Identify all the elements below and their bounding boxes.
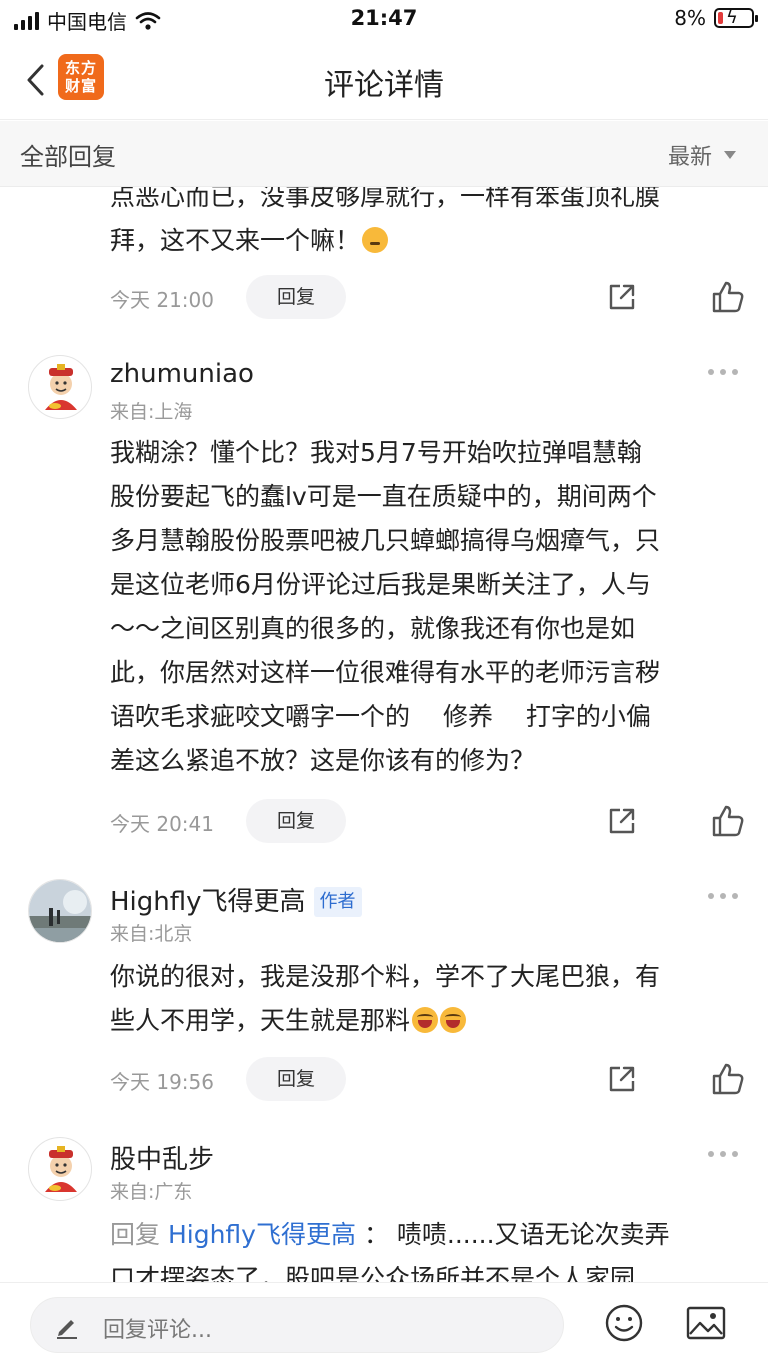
thumbs-up-icon[interactable] xyxy=(710,803,746,839)
comment-time: 今天 19:56 xyxy=(110,1070,214,1094)
more-options-icon[interactable] xyxy=(708,893,738,901)
reply-button[interactable]: 回复 xyxy=(246,1057,346,1101)
comment-time: 今天 20:41 xyxy=(110,812,214,836)
reply-prefix: 回复 xyxy=(110,1220,161,1249)
comment-text: 点恶心而已，没事皮够厚就行，一样有笨蛋顶礼膜 拜，这不又来一个嘛！ xyxy=(110,187,661,255)
avatar[interactable] xyxy=(28,1137,92,1201)
share-icon[interactable] xyxy=(606,281,638,313)
sort-label: 最新 xyxy=(667,145,712,170)
reply-input[interactable]: 回复评论... xyxy=(30,1297,564,1353)
author-badge: 作者 xyxy=(313,887,362,917)
avatar[interactable] xyxy=(28,879,92,943)
comment-feed[interactable]: 点恶心而已，没事皮够厚就行，一样有笨蛋顶礼膜 拜，这不又来一个嘛！ 今天 21:… xyxy=(0,187,768,1282)
thinking-emoji-icon xyxy=(362,227,389,253)
username[interactable]: Highfly飞得更高 xyxy=(110,887,306,917)
sort-dropdown[interactable]: 最新 xyxy=(668,139,736,171)
reply-button[interactable]: 回复 xyxy=(246,275,346,319)
pencil-icon xyxy=(57,1320,77,1339)
clock: 21:47 xyxy=(350,6,418,30)
nav-bar: 东方 财富 评论详情 xyxy=(0,40,768,120)
username[interactable]: 股中乱步 xyxy=(110,1139,214,1176)
comment-actions: 今天 20:41 回复 xyxy=(110,799,746,843)
comment-text: 回复 Highfly飞得更高 ： 啧啧......又语无论次卖弄 口才摆姿态了，… xyxy=(110,1220,670,1282)
laughing-emoji-icon xyxy=(440,1007,467,1033)
avatar[interactable] xyxy=(28,355,92,419)
username-row: Highfly飞得更高 作者 xyxy=(110,881,362,918)
status-bar: 中国电信 21:47 8% ϟ xyxy=(0,0,768,40)
page-title: 评论详情 xyxy=(324,68,444,103)
battery-icon: ϟ xyxy=(714,7,758,28)
share-icon[interactable] xyxy=(606,1063,638,1095)
landscape-avatar-icon xyxy=(29,880,91,942)
reply-target-link[interactable]: Highfly飞得更高 xyxy=(168,1220,356,1249)
more-options-icon[interactable] xyxy=(708,1151,738,1159)
share-icon[interactable] xyxy=(606,805,638,837)
laughing-emoji-icon xyxy=(412,1007,439,1033)
username[interactable]: zhumuniao xyxy=(110,359,254,389)
bottom-bar: 回复评论... xyxy=(0,1282,768,1366)
thumbs-up-icon[interactable] xyxy=(710,1061,746,1097)
comment-text: 你说的很对，我是没那个料，学不了大尾巴狼，有 些人不用学，天生就是那料 xyxy=(110,962,661,1035)
caishen-avatar-icon xyxy=(45,364,77,410)
location: 来自:北京 xyxy=(110,923,193,945)
caret-down-icon xyxy=(724,151,736,159)
emoji-icon[interactable] xyxy=(604,1303,644,1343)
all-replies-label: 全部回复 xyxy=(20,143,116,171)
filter-bar: 全部回复 最新 xyxy=(0,121,768,187)
location: 来自:广东 xyxy=(110,1181,193,1203)
location: 来自:上海 xyxy=(110,401,193,423)
comment-actions: 今天 19:56 回复 xyxy=(110,1057,746,1101)
battery-info: 8% ϟ xyxy=(674,6,758,30)
caishen-avatar-icon xyxy=(45,1146,77,1192)
thumbs-up-icon[interactable] xyxy=(710,279,746,315)
reply-button[interactable]: 回复 xyxy=(246,799,346,843)
battery-percent: 8% xyxy=(674,6,706,30)
reply-placeholder: 回复评论... xyxy=(103,1318,212,1343)
comment-text: 我糊涂？懂个比？我对5月7号开始吹拉弹唱慧翰 股份要起飞的蠢lv可是一直在质疑中… xyxy=(110,438,661,775)
image-icon[interactable] xyxy=(686,1305,726,1341)
comment-time: 今天 21:00 xyxy=(110,288,214,312)
more-options-icon[interactable] xyxy=(708,369,738,377)
comment-actions: 今天 21:00 回复 xyxy=(110,275,746,319)
